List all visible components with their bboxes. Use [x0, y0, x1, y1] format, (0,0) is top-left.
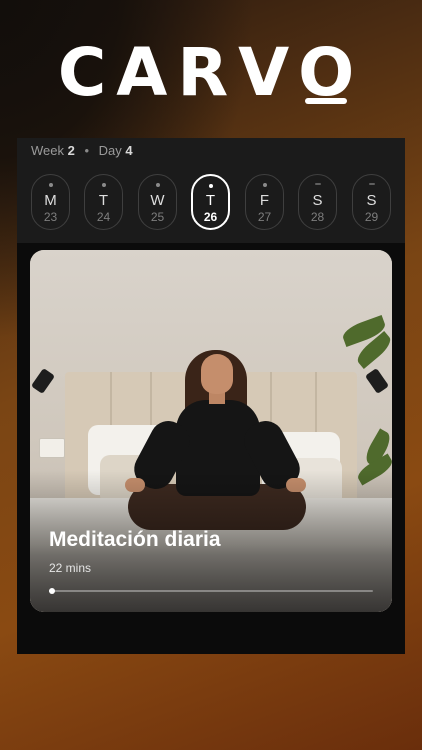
week-day-indicator: Week 2 • Day 4	[31, 143, 133, 158]
logo-underline-mark	[305, 98, 347, 104]
day-letter: F	[259, 192, 270, 209]
day-letter: S	[312, 192, 323, 209]
day-pill[interactable]: S 28	[298, 174, 337, 230]
day-date: 23	[43, 210, 58, 224]
day-status-dot-icon	[262, 183, 267, 187]
day-status-dot-icon	[48, 183, 53, 187]
day-selector: M 23 T 24 W 25 T 26 F 27 S 28 S 29	[31, 174, 391, 232]
day-status-dash-icon	[368, 183, 375, 185]
day-pill-selected[interactable]: T 26	[191, 174, 230, 230]
day-status-dash-icon	[314, 183, 321, 185]
session-duration: 22 mins	[49, 561, 92, 575]
day-label: Day	[98, 143, 122, 158]
day-status-dot-icon	[208, 184, 213, 188]
separator-dot: •	[84, 143, 90, 158]
day-date: 28	[310, 210, 325, 224]
week-label: Week	[31, 143, 64, 158]
day-letter: W	[150, 192, 165, 209]
day-date: 25	[150, 210, 165, 224]
day-status-dot-icon	[155, 183, 160, 187]
session-card[interactable]: Meditación diaria 22 mins	[30, 250, 392, 612]
week-number: 2	[67, 143, 75, 158]
day-pill[interactable]: S 29	[352, 174, 391, 230]
brand-logo: CARVO	[57, 34, 365, 111]
day-pill[interactable]: F 27	[245, 174, 284, 230]
day-letter: T	[98, 192, 109, 209]
day-letter: M	[44, 192, 57, 209]
day-date: 27	[257, 210, 272, 224]
day-date: 26	[203, 210, 218, 224]
program-panel: Week 2 • Day 4 M 23 T 24 W 25 T 26 F 27 …	[17, 138, 405, 654]
day-status-dot-icon	[101, 183, 106, 187]
day-letter: T	[205, 192, 216, 209]
day-number: 4	[125, 143, 133, 158]
day-pill[interactable]: M 23	[31, 174, 70, 230]
session-progress-bar[interactable]	[49, 588, 373, 594]
day-date: 24	[96, 210, 111, 224]
day-pill[interactable]: W 25	[138, 174, 177, 230]
wall-outlet	[39, 438, 65, 458]
session-title: Meditación diaria	[49, 528, 221, 551]
day-letter: S	[366, 192, 377, 209]
week-schedule-header: Week 2 • Day 4 M 23 T 24 W 25 T 26 F 27 …	[17, 138, 405, 243]
day-pill[interactable]: T 24	[84, 174, 123, 230]
day-date: 29	[364, 210, 379, 224]
